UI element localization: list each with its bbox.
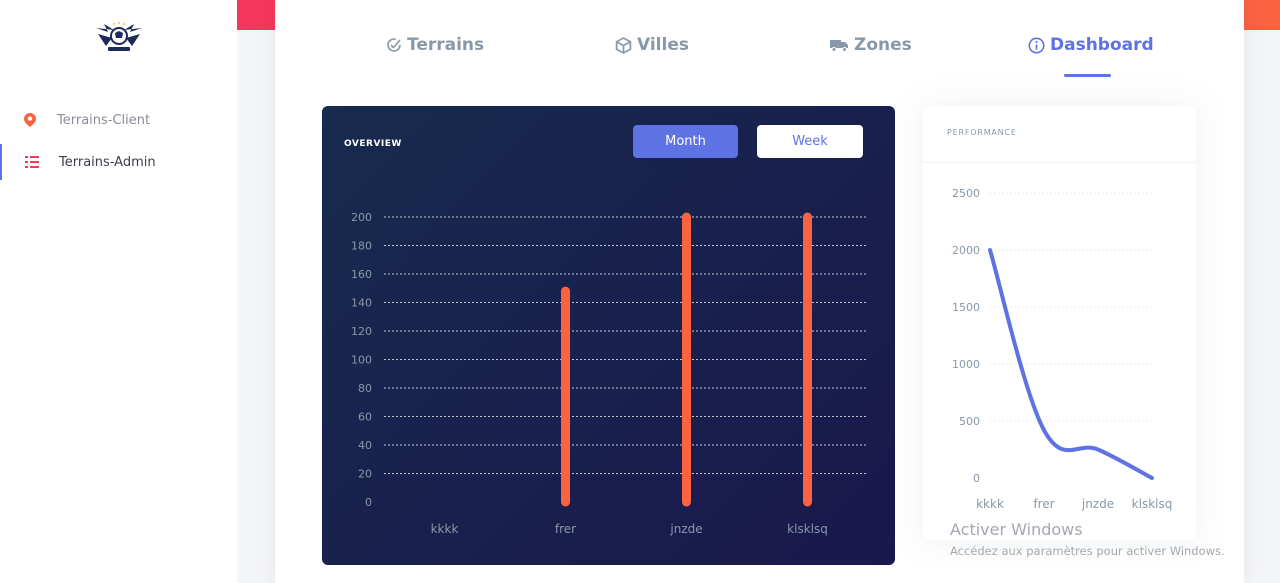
y-tick-label: 60 [358, 411, 372, 424]
month-button[interactable]: Month [633, 125, 738, 158]
y-tick-label: 80 [358, 382, 372, 395]
x-tick-label: kkkk [976, 497, 1004, 511]
x-tick-label: jnzde [1081, 497, 1114, 511]
x-tick-label: klsklsq [1132, 497, 1173, 511]
watermark-subtitle: Accédez aux paramètres pour activer Wind… [950, 544, 1225, 558]
tab-label: Villes [637, 35, 689, 55]
x-tick-label: klsklsq [787, 522, 828, 536]
y-tick-label: 100 [351, 354, 372, 367]
tab-zones[interactable]: Zones [830, 32, 912, 58]
tab-villes[interactable]: Villes [615, 32, 689, 58]
logo-icon [96, 22, 142, 51]
y-tick-label: 140 [351, 297, 372, 310]
week-button[interactable]: Week [757, 125, 863, 158]
y-tick-label: 20 [358, 468, 372, 481]
tab-terrains[interactable]: Terrains [386, 32, 484, 58]
active-tab-indicator [1064, 74, 1111, 77]
y-tick-label: 500 [959, 415, 980, 428]
y-tick-label: 40 [358, 439, 372, 452]
sidebar-item-terrains-client[interactable]: Terrains-Client [0, 102, 237, 138]
y-tick-label: 200 [351, 211, 372, 224]
tab-label: Terrains [407, 35, 485, 55]
watermark-title: Activer Windows [950, 520, 1083, 539]
y-tick-label: 0 [365, 496, 372, 509]
x-tick-label: frer [555, 522, 576, 536]
x-tick-label: frer [1033, 497, 1054, 511]
list-icon [24, 154, 40, 170]
info-icon [1028, 36, 1045, 54]
sidebar-item-label: Terrains-Client [57, 112, 151, 128]
tab-dashboard[interactable]: Dashboard [1028, 32, 1154, 58]
y-tick-label: 2500 [952, 187, 980, 200]
x-tick-label: kkkk [431, 522, 459, 536]
performance-line-chart: 0 500 1000 1500 2000 2500 kkkk frer jnzde klsklsq [952, 187, 1173, 511]
y-tick-label: 0 [973, 472, 980, 485]
x-tick-label: jnzde [669, 522, 702, 536]
overview-title: OVERVIEW [344, 139, 402, 149]
sidebar-item-terrains-admin[interactable]: Terrains-Admin [0, 144, 237, 180]
performance-card: PERFORMANCE 0 500 1000 1500 2000 2500 kkkk frer… [923, 106, 1196, 540]
overview-bar-chart: 0 20 40 60 80 100 120 140 160 180 200 kkkk frer jnzde… [351, 211, 868, 536]
y-tick-label: 2000 [952, 244, 980, 257]
truck-icon [830, 40, 848, 52]
y-tick-label: 180 [351, 240, 372, 253]
location-pin-icon [22, 112, 38, 128]
cube-icon [615, 36, 632, 54]
y-tick-label: 1000 [952, 358, 980, 371]
y-tick-label: 120 [351, 325, 372, 338]
sidebar: Terrains-Client Terrains-Admin [0, 0, 237, 583]
tab-label: Zones [854, 35, 912, 55]
overview-card: 0 20 40 60 80 100 120 140 160 180 200 kkkk frer jnzde… [322, 106, 895, 565]
tab-label: Dashboard [1050, 35, 1154, 55]
sidebar-item-label: Terrains-Admin [59, 154, 156, 170]
y-tick-label: 1500 [952, 301, 980, 314]
y-tick-label: 160 [351, 268, 372, 281]
check-badge-icon [387, 38, 401, 52]
